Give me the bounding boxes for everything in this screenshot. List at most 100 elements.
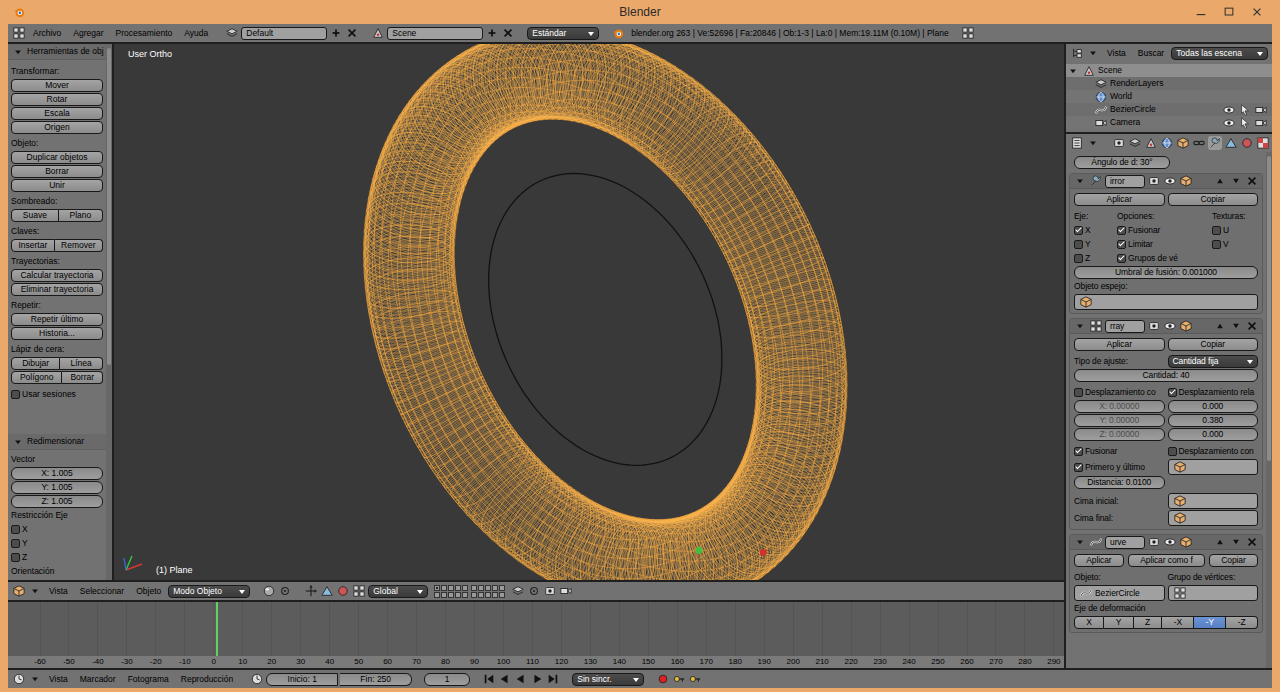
editor-type-icon[interactable]	[12, 26, 26, 40]
fit-type-dropdown[interactable]: Cantidad fija	[1168, 355, 1259, 368]
add-scene-icon[interactable]	[485, 26, 499, 40]
checkbox[interactable]	[1117, 240, 1126, 249]
merge[interactable]: Fusionar	[1074, 445, 1165, 458]
start-frame-field[interactable]: Inicio: 1	[266, 673, 338, 686]
tool-button[interactable]: Dibujar	[11, 357, 60, 370]
first-last[interactable]: Primero y último	[1074, 459, 1165, 475]
tool-button[interactable]: Duplicar objetos	[11, 151, 103, 164]
editor-type-icon[interactable]	[12, 672, 26, 686]
mirror-texture[interactable]: V	[1212, 238, 1258, 251]
checkbox[interactable]	[1074, 388, 1083, 397]
preview-range-icon[interactable]	[250, 672, 264, 686]
lock-layers-icon[interactable]	[511, 584, 525, 598]
checkbox[interactable]	[1212, 226, 1221, 235]
use-sessions[interactable]: Usar sesiones	[11, 388, 103, 401]
move-down-icon[interactable]	[1229, 319, 1243, 333]
end-frame-field[interactable]: Fin: 250	[340, 673, 412, 686]
remove-modifier-icon[interactable]	[1245, 319, 1259, 333]
constraint-axis[interactable]: X	[11, 523, 103, 536]
layer-button[interactable]	[441, 592, 447, 598]
renderable-camera-icon[interactable]	[1254, 103, 1268, 117]
checkbox[interactable]	[1168, 388, 1177, 397]
layer-button[interactable]	[455, 592, 461, 598]
mirror-option[interactable]: Limitar	[1117, 238, 1209, 251]
layer-button[interactable]	[471, 585, 477, 591]
menu-item[interactable]: Vista	[44, 583, 73, 599]
tool-scrollbar[interactable]	[106, 44, 112, 580]
screen-layout-icon[interactable]	[225, 26, 239, 40]
record-icon[interactable]	[656, 672, 670, 686]
render-toggle-icon[interactable]	[1147, 319, 1161, 333]
checkbox[interactable]	[1212, 240, 1221, 249]
tool-button[interactable]: Polígono	[11, 371, 62, 384]
close-icon[interactable]	[1250, 5, 1264, 19]
cube-tab-icon[interactable]	[1176, 136, 1190, 150]
constraint-axis[interactable]: Y	[11, 537, 103, 550]
outliner-row[interactable]: RenderLayers	[1066, 77, 1272, 90]
tool-button[interactable]: Unir	[11, 179, 103, 192]
globe-tab-icon[interactable]	[1160, 136, 1174, 150]
layer-button[interactable]	[462, 592, 468, 598]
editor-type-icon[interactable]	[12, 584, 26, 598]
deform-axis-button[interactable]: Z	[1134, 616, 1163, 629]
menu-item[interactable]: Archivo	[28, 25, 66, 41]
deform-axis-button[interactable]: X	[1074, 616, 1104, 629]
tool-button[interactable]: Plano	[59, 209, 103, 222]
scene-tab-icon[interactable]	[1144, 136, 1158, 150]
deform-axis-button[interactable]: -X	[1162, 616, 1194, 629]
menu-item[interactable]: Buscar	[1133, 45, 1169, 61]
properties-scrollbar[interactable]	[1266, 152, 1272, 668]
deform-axis-button[interactable]: -Y	[1194, 616, 1226, 629]
keying-set-icon[interactable]	[672, 672, 686, 686]
tool-button[interactable]: Línea	[60, 357, 103, 370]
render-engine-dropdown[interactable]: Estándar	[527, 27, 599, 40]
layer-button[interactable]	[448, 585, 454, 591]
merge-limit-field[interactable]: Umbral de fusión: 0.001000	[1074, 266, 1258, 279]
apply-button[interactable]: Aplicar	[1074, 338, 1165, 351]
collapse-menus-icon[interactable]	[1086, 136, 1100, 150]
selectable-arrow-icon[interactable]	[1238, 116, 1252, 130]
layout-field[interactable]: Default	[241, 27, 327, 40]
tool-button[interactable]: Mover	[11, 79, 103, 92]
menu-item[interactable]: Vista	[44, 671, 73, 687]
menu-item[interactable]: Fotograma	[123, 671, 174, 687]
layer-button[interactable]	[499, 585, 505, 591]
tool-button[interactable]: Repetir último	[11, 313, 103, 326]
menu-item[interactable]: Procesamiento	[111, 25, 178, 41]
outliner-row[interactable]: Camera	[1066, 116, 1272, 129]
deform-axis-button[interactable]: Y	[1104, 616, 1133, 629]
relative-offset-field[interactable]: 0.000	[1168, 428, 1259, 441]
panel-header[interactable]: Redimensionar	[8, 434, 106, 450]
angle-field[interactable]: Ángulo de d: 30°	[1074, 156, 1170, 169]
wrench-tab-icon[interactable]	[1208, 136, 1222, 150]
expand-triangle-icon[interactable]	[1073, 535, 1087, 549]
checkbox[interactable]	[1117, 226, 1126, 235]
modifier-name-field[interactable]: urve	[1105, 536, 1145, 549]
checkbox[interactable]	[11, 390, 20, 399]
object-offset[interactable]: Desplazamiento con	[1168, 445, 1259, 458]
checkbox[interactable]	[1074, 463, 1083, 472]
layer-button[interactable]	[485, 585, 491, 591]
mirror-axis[interactable]: Z	[1074, 252, 1114, 265]
tool-button[interactable]: Origen	[11, 121, 103, 134]
collapse-menus-icon[interactable]	[28, 584, 42, 598]
layer-button[interactable]	[492, 585, 498, 591]
viewport-toggle-icon[interactable]	[1163, 174, 1177, 188]
play-reverse-icon[interactable]	[514, 672, 528, 686]
orientation-dropdown[interactable]: Global	[368, 585, 428, 598]
copy-button[interactable]: Copiar	[1168, 338, 1259, 351]
editor-type-icon[interactable]	[1070, 136, 1084, 150]
fullscreen-icon[interactable]	[961, 26, 975, 40]
3d-viewport[interactable]: User Ortho(1) Plane	[114, 44, 1064, 580]
constraint-axis[interactable]: Z	[11, 551, 103, 564]
apply-button[interactable]: Aplicar	[1074, 193, 1165, 206]
opengl-anim-icon[interactable]	[559, 584, 573, 598]
layer-button[interactable]	[462, 585, 468, 591]
checkbox[interactable]	[1117, 254, 1126, 263]
layer-button[interactable]	[485, 592, 491, 598]
expand-triangle-icon[interactable]	[1066, 64, 1080, 78]
visibility-eye-icon[interactable]	[1222, 103, 1236, 117]
tool-button[interactable]: Calcular trayectoria	[11, 269, 103, 282]
maximize-icon[interactable]	[1222, 5, 1236, 19]
move-down-icon[interactable]	[1229, 174, 1243, 188]
